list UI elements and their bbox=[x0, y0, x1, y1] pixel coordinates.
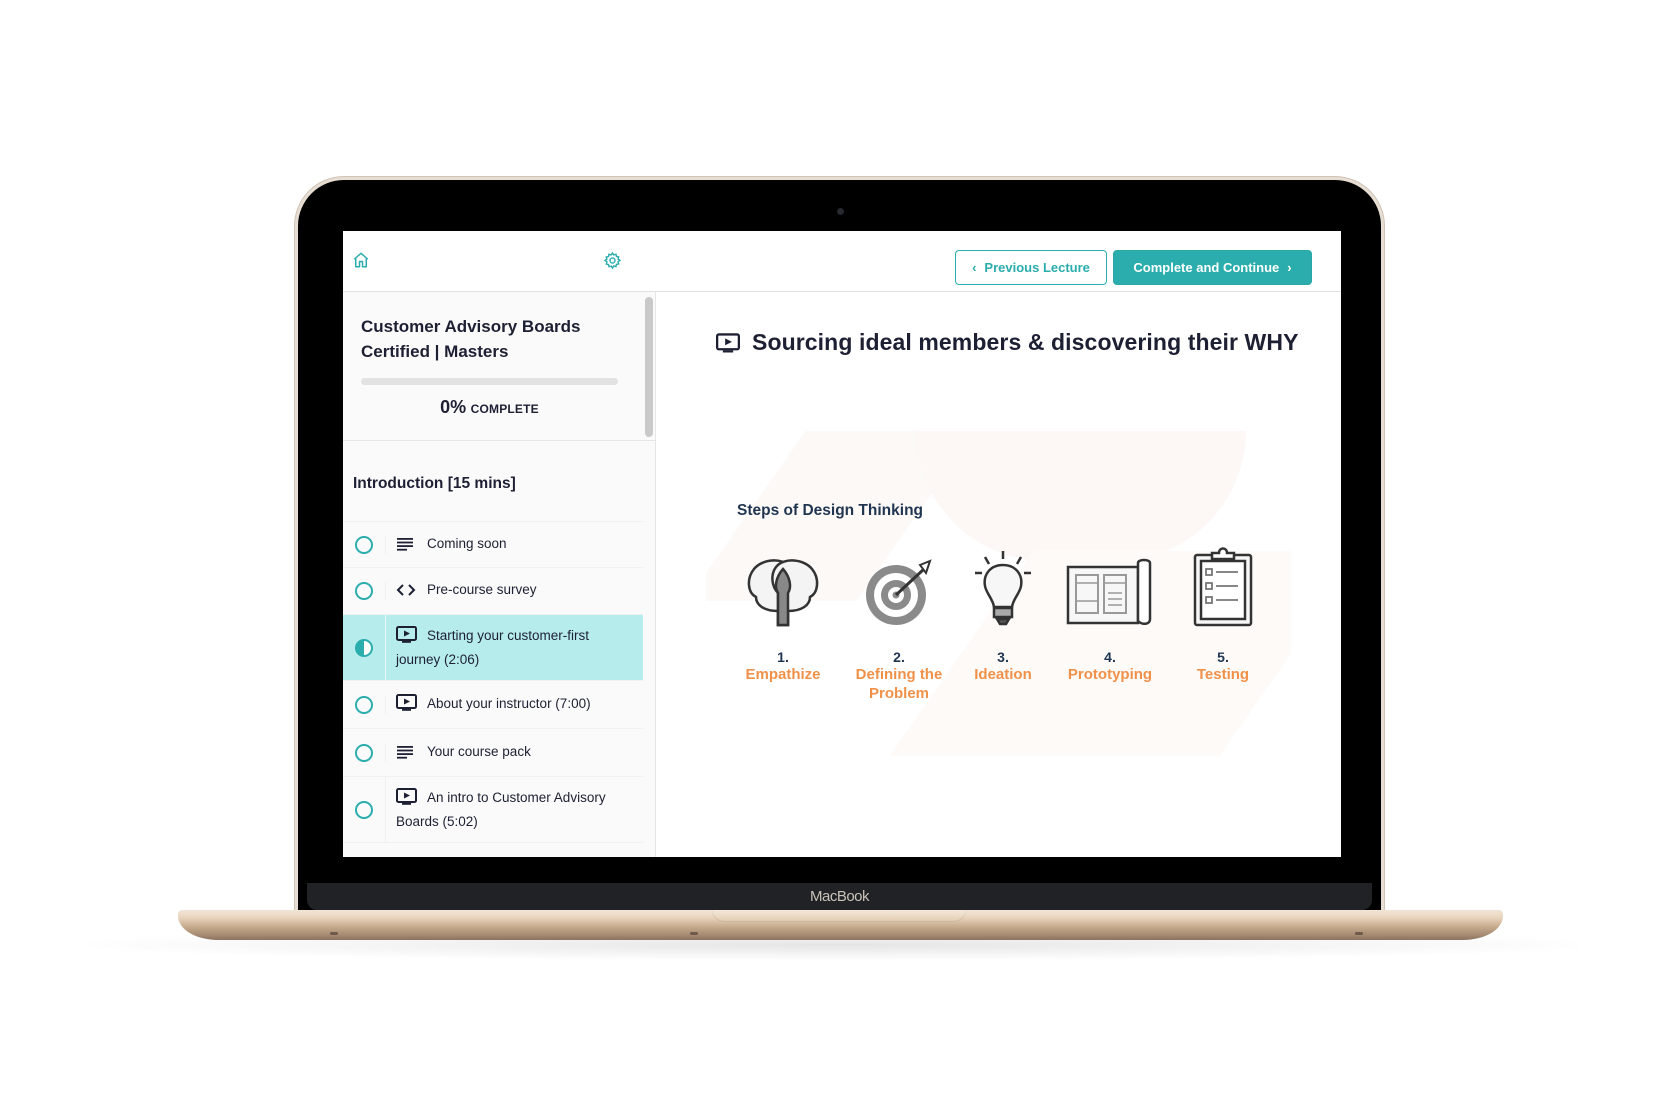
sidebar-header bbox=[343, 231, 656, 292]
complete-and-continue-button[interactable]: Complete and Continue › bbox=[1113, 250, 1312, 285]
step-empathize: 1. Empathize bbox=[728, 549, 838, 684]
lesson-item[interactable]: About your instructor (7:00) bbox=[343, 680, 643, 728]
status-not-started-icon bbox=[355, 800, 373, 819]
step-label: Testing bbox=[1196, 666, 1250, 683]
lesson-item[interactable]: Pre-course survey bbox=[343, 567, 643, 614]
lesson-title: Starting your customer-first journey (2:… bbox=[396, 628, 590, 667]
settings-button[interactable] bbox=[600, 248, 624, 272]
lesson-title: Your course pack bbox=[427, 743, 531, 759]
target-arrow-icon bbox=[844, 549, 954, 627]
blueprint-icon bbox=[1054, 549, 1166, 627]
status-in-progress-icon bbox=[355, 638, 373, 657]
screen: Customer Advisory Boards Certified | Mas… bbox=[343, 231, 1341, 857]
lecture-title-row: Sourcing ideal members & discovering the… bbox=[716, 329, 1299, 356]
sidebar-scroll-area: Customer Advisory Boards Certified | Mas… bbox=[343, 292, 656, 857]
video-play-icon bbox=[396, 788, 418, 811]
course-summary: Customer Advisory Boards Certified | Mas… bbox=[343, 292, 656, 441]
status-not-started-icon bbox=[355, 743, 373, 762]
home-button[interactable] bbox=[349, 248, 373, 272]
progress-percent: 0% bbox=[440, 397, 467, 417]
section-title: Introduction [15 mins] bbox=[353, 475, 516, 492]
laptop-foot bbox=[1355, 932, 1363, 935]
text-lines-icon bbox=[396, 536, 418, 557]
complete-and-continue-label: Complete and Continue bbox=[1133, 260, 1280, 275]
lecture-main: ‹ Previous Lecture Complete and Continue… bbox=[656, 231, 1341, 857]
previous-lecture-label: Previous Lecture bbox=[984, 260, 1090, 275]
chevron-right-icon: › bbox=[1287, 260, 1292, 275]
step-label: Prototyping bbox=[1067, 666, 1153, 683]
lightbulb-icon bbox=[958, 549, 1048, 627]
lecture-title: Sourcing ideal members & discovering the… bbox=[752, 329, 1299, 355]
chevron-left-icon: ‹ bbox=[972, 260, 977, 275]
step-number: 3. bbox=[997, 649, 1009, 665]
laptop-foot bbox=[330, 932, 338, 935]
slide-background-shape bbox=[916, 431, 1246, 561]
course-sidebar: Customer Advisory Boards Certified | Mas… bbox=[343, 231, 656, 857]
clipboard-checklist-icon bbox=[1178, 547, 1268, 627]
status-not-started-icon bbox=[355, 582, 373, 600]
webcam bbox=[837, 208, 844, 215]
text-lines-icon bbox=[396, 744, 418, 765]
design-thinking-steps: 1. Empathize 2. Defining the Problem 3. … bbox=[736, 547, 1276, 719]
lecture-header: ‹ Previous Lecture Complete and Continue… bbox=[656, 231, 1341, 292]
two-heads-icon bbox=[728, 549, 838, 627]
video-play-icon bbox=[716, 332, 740, 352]
step-label: Ideation bbox=[974, 666, 1032, 683]
step-number: 1. bbox=[777, 649, 789, 665]
progress-bar bbox=[361, 378, 618, 385]
gear-icon bbox=[603, 251, 621, 269]
step-number: 2. bbox=[893, 649, 905, 665]
lesson-item[interactable]: An intro to Customer Advisory Boards (5:… bbox=[343, 776, 643, 842]
step-number: 4. bbox=[1104, 649, 1116, 665]
step-number: 5. bbox=[1217, 649, 1229, 665]
lecture-slide-image: Steps of Design Thinking 1. Empathize 2.… bbox=[706, 431, 1291, 756]
lesson-item-active[interactable]: Starting your customer-first journey (2:… bbox=[343, 614, 643, 680]
step-label: Defining the Problem bbox=[855, 666, 943, 702]
previous-lecture-button[interactable]: ‹ Previous Lecture bbox=[955, 250, 1107, 285]
step-ideation: 3. Ideation bbox=[958, 549, 1048, 684]
lesson-title: About your instructor (7:00) bbox=[427, 695, 591, 711]
step-testing: 5. Testing bbox=[1178, 547, 1268, 684]
step-label: Empathize bbox=[745, 666, 821, 683]
code-brackets-icon bbox=[396, 582, 418, 603]
progress-label: COMPLETE bbox=[470, 402, 539, 416]
laptop-chin: MacBook bbox=[307, 883, 1372, 910]
laptop-foot bbox=[690, 932, 698, 935]
quiz-icon bbox=[396, 856, 418, 857]
lesson-item[interactable]: Exam #1 bbox=[343, 842, 643, 857]
step-prototyping: 4. Prototyping bbox=[1054, 549, 1166, 684]
lesson-title: An intro to Customer Advisory Boards (5:… bbox=[396, 790, 606, 829]
laptop-notch bbox=[712, 910, 966, 922]
slide-title: Steps of Design Thinking bbox=[737, 502, 924, 519]
video-play-icon bbox=[396, 693, 418, 717]
lesson-title: Pre-course survey bbox=[427, 582, 537, 597]
lesson-item[interactable]: Your course pack bbox=[343, 728, 643, 776]
status-not-started-icon bbox=[355, 535, 373, 554]
brand-label: MacBook bbox=[809, 888, 870, 905]
status-not-started-icon bbox=[355, 695, 373, 714]
home-icon bbox=[353, 252, 369, 268]
lesson-item[interactable]: Coming soon bbox=[343, 521, 643, 567]
video-play-icon bbox=[396, 626, 418, 649]
lesson-title: Coming soon bbox=[427, 535, 507, 551]
course-title: Customer Advisory Boards Certified | Mas… bbox=[361, 317, 581, 361]
step-defining-the-problem: 2. Defining the Problem bbox=[844, 549, 954, 703]
progress-text: 0% COMPLETE bbox=[361, 397, 618, 418]
sidebar-scrollbar[interactable] bbox=[645, 297, 653, 437]
